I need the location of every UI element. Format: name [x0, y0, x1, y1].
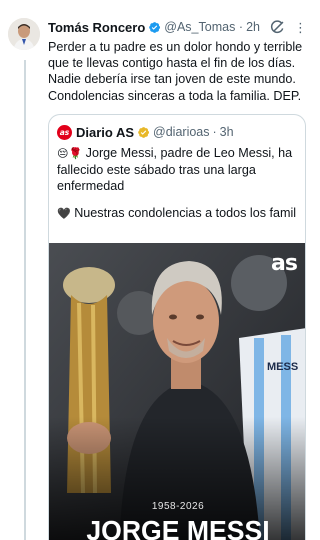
thread-line	[24, 60, 26, 540]
quote-handle[interactable]: @diarioas	[153, 125, 209, 139]
timestamp[interactable]: 2h	[246, 20, 260, 34]
quote-text-line2: 🖤 Nuestras condolencias a todos los fami…	[57, 205, 297, 222]
verified-gold-badge-icon	[138, 126, 150, 138]
tweet[interactable]: Tomás Roncero @As_Tomas... · 2h ⋮ Perder…	[0, 0, 310, 540]
black-heart-emoji-icon: 🖤	[57, 206, 71, 220]
rose-emoji-icon: 🌹	[68, 147, 83, 160]
display-name[interactable]: Tomás Roncero	[48, 20, 145, 35]
handle[interactable]: @As_Tomas...	[164, 20, 236, 34]
quote-separator-dot: ·	[212, 125, 217, 139]
tweet-text: Perder a tu padre es un dolor hondo y te…	[48, 40, 303, 103]
quote-display-name[interactable]: Diario AS	[76, 125, 134, 140]
avatar[interactable]	[8, 18, 40, 50]
quote-text-body: Jorge Messi, padre de Leo Messi, ha fall…	[57, 146, 293, 194]
quote-timestamp[interactable]: 3h	[220, 125, 234, 139]
separator-dot: ·	[238, 20, 244, 34]
quote-avatar[interactable]: as	[57, 124, 72, 140]
grok-icon[interactable]	[270, 19, 285, 35]
avatar-column	[8, 18, 42, 50]
media-photo	[49, 243, 305, 540]
more-icon[interactable]: ⋮	[294, 21, 307, 34]
verified-badge-icon	[149, 21, 161, 33]
quote-header: as Diario AS @diarioas · 3h	[57, 123, 305, 141]
media-as-logo: as	[271, 251, 298, 276]
quote-text-condolences: Nuestras condolencias a todos los famil.…	[74, 205, 297, 220]
quote-media-image[interactable]: as MESS 1958-2026 JORGE MESSI	[49, 243, 305, 540]
sad-face-emoji-icon: 😔	[57, 147, 69, 160]
media-jersey-text: MESS	[267, 361, 299, 373]
tweet-header: Tomás Roncero @As_Tomas... · 2h ⋮	[48, 18, 307, 36]
tweet-content: Tomás Roncero @As_Tomas... · 2h ⋮ Perder…	[48, 18, 307, 540]
quote-text: 😔🌹 Jorge Messi, padre de Leo Messi, ha f…	[57, 145, 297, 195]
quoted-tweet[interactable]: as Diario AS @diarioas · 3h 😔🌹 Jorge Mes…	[48, 114, 306, 540]
media-name: JORGE MESSI	[86, 515, 270, 540]
media-years: 1958-2026	[151, 501, 205, 512]
